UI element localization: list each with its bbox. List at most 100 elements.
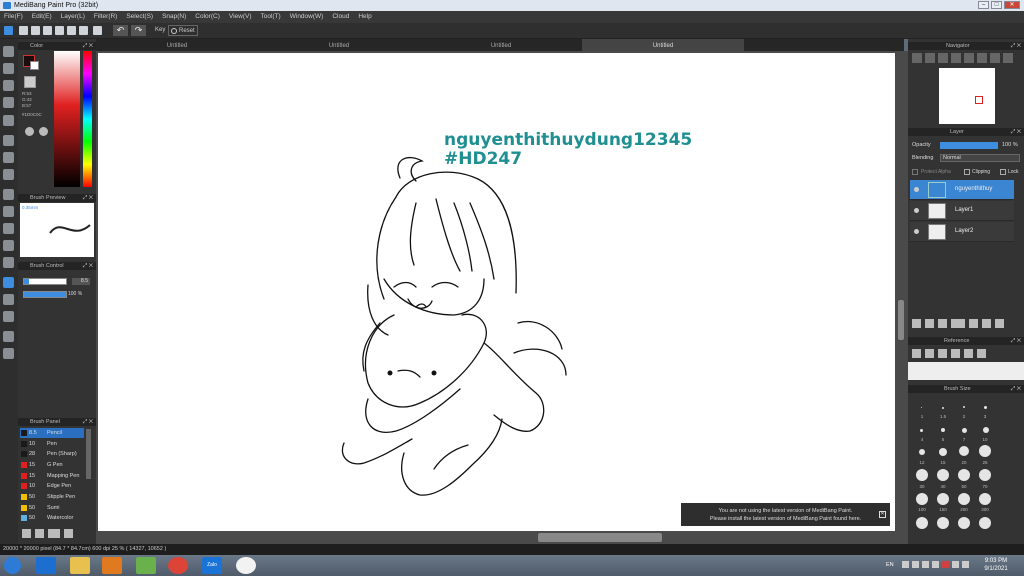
open-file-icon[interactable] [31,26,40,35]
horizontal-scrollbar[interactable] [538,533,662,542]
menu-layer[interactable]: Layer(L) [61,11,85,23]
explorer-icon[interactable] [70,557,90,574]
navigator-viewport-marker[interactable] [975,96,983,104]
menu-color[interactable]: Color(C) [195,11,220,23]
select-pen-icon[interactable] [3,240,14,251]
gradient-tool-icon[interactable] [3,169,14,180]
eyedropper-icon[interactable] [3,331,14,342]
tab-untitled-4[interactable]: Untitled [582,39,744,51]
brush-item-edge-pen[interactable]: 10 Edge Pen [20,481,84,491]
menu-select[interactable]: Select(S) [126,11,153,23]
zalo-icon[interactable]: Zalo [202,557,222,574]
background-color-swatch[interactable] [30,61,39,70]
brush-size-slider[interactable] [23,278,67,285]
tab-untitled-3[interactable]: Untitled [420,39,582,51]
actual-size-icon[interactable] [951,53,961,63]
eraser-tool-icon[interactable] [3,63,14,74]
new-halftone-layer-icon[interactable] [925,319,934,328]
fill-rect-icon[interactable] [3,135,14,146]
minimize-button[interactable]: – [978,1,989,9]
update-notice[interactable]: You are not using the latest version of … [681,503,890,526]
menu-edit[interactable]: Edit(E) [32,11,52,23]
media-player-icon[interactable] [102,557,122,574]
redo-icon[interactable]: ↷ [131,25,146,36]
reference-open-icon[interactable] [925,349,934,358]
panel-close-icon[interactable]: ⤢ ✕ [83,42,93,50]
canvas[interactable] [98,53,895,531]
operation-tool-icon[interactable] [3,294,14,305]
select-eraser-icon[interactable] [3,257,14,268]
zoom-out-icon[interactable] [925,53,935,63]
reference-close-icon[interactable] [938,349,947,358]
reset-view-icon[interactable] [1003,53,1013,63]
save-icon[interactable] [43,26,52,35]
navigator-preview[interactable] [939,68,995,124]
notice-close-icon[interactable]: ✕ [879,511,886,518]
rotate-left-icon[interactable] [964,53,974,63]
menu-file[interactable]: File(F) [4,11,23,23]
panel-close-icon[interactable]: ⤢ ✕ [1011,337,1021,345]
brush-item-stipple-pen[interactable]: 50 Stipple Pen [20,492,84,502]
panel-close-icon[interactable]: ⤢ ✕ [83,262,93,270]
menu-window[interactable]: Window(W) [290,11,324,23]
medibang-icon[interactable] [236,557,256,574]
undo-icon[interactable]: ↶ [113,25,128,36]
volume-icon[interactable] [932,561,939,568]
tray-icon[interactable] [942,561,949,568]
layer-row-layer2[interactable]: Layer2 [910,222,1014,242]
network-icon[interactable] [952,561,959,568]
text-tool-icon[interactable] [3,277,14,288]
layer-visibility-icon[interactable] [914,229,919,234]
tab-untitled-2[interactable]: Untitled [258,39,420,51]
brush-item-pen[interactable]: 10 Pen [20,439,84,449]
menu-view[interactable]: View(V) [229,11,252,23]
reference-cloud-icon[interactable] [912,349,921,358]
battery-icon[interactable] [962,561,969,568]
divide-tool-icon[interactable] [3,311,14,322]
reference-zoom-in-icon[interactable] [951,349,960,358]
flip-icon[interactable] [990,53,1000,63]
new-brush-icon[interactable] [35,529,44,538]
panel-close-icon[interactable]: ⤢ ✕ [1011,42,1021,50]
brush-item-pen-sharp[interactable]: 28 Pen (Sharp) [20,449,84,459]
vertical-scrollbar[interactable] [898,300,904,340]
blending-select[interactable]: Normal [940,154,1020,162]
chrome-icon[interactable] [168,557,188,574]
color-palette-icon[interactable] [39,127,48,136]
tray-icon[interactable] [902,561,909,568]
brush-item-sumi[interactable]: 50 Sumi [20,503,84,513]
layer-row-text[interactable]: nguyenthithuy [910,180,1014,200]
hand-tool-icon[interactable] [3,348,14,359]
brush-item-g-pen[interactable]: 15 G Pen [20,460,84,470]
new-layer-icon[interactable] [912,319,921,328]
layer-row-layer1[interactable]: Layer1 [910,201,1014,221]
panel-close-icon[interactable]: ⤢ ✕ [1011,385,1021,393]
delete-brush-icon[interactable] [64,529,73,538]
brush-settings-icon[interactable] [22,529,31,538]
tray-icon[interactable] [912,561,919,568]
reference-zoom-out-icon[interactable] [964,349,973,358]
clock[interactable]: 9:03 PM 9/1/2021 [976,557,1016,573]
brush-tool-icon[interactable] [3,46,14,57]
language-indicator[interactable]: EN [886,562,894,568]
fit-view-icon[interactable] [938,53,948,63]
start-button[interactable] [4,557,21,574]
brush-item-watercolor[interactable]: 50 Watercolor [20,513,84,523]
clipping-checkbox[interactable] [964,169,970,175]
pen-tool-icon[interactable] [3,97,14,108]
menu-help[interactable]: Help [358,11,371,23]
move-tool-icon[interactable] [3,115,14,126]
color-saturation-box[interactable] [54,51,80,187]
hue-slider[interactable] [83,51,92,187]
rotate-right-icon[interactable] [977,53,987,63]
transparent-color-swatch[interactable] [24,76,36,88]
protect-alpha-checkbox[interactable] [912,169,918,175]
toolbar-mode-icon[interactable] [4,26,13,35]
select-tool-icon[interactable] [3,189,14,200]
cloud-save-icon[interactable] [55,26,64,35]
merge-down-icon[interactable] [982,319,991,328]
menu-snap[interactable]: Snap(N) [162,11,186,23]
add-brush-icon[interactable] [48,529,60,538]
panel-close-icon[interactable]: ⤢ ✕ [1011,128,1021,136]
maximize-button[interactable]: □ [991,1,1002,9]
